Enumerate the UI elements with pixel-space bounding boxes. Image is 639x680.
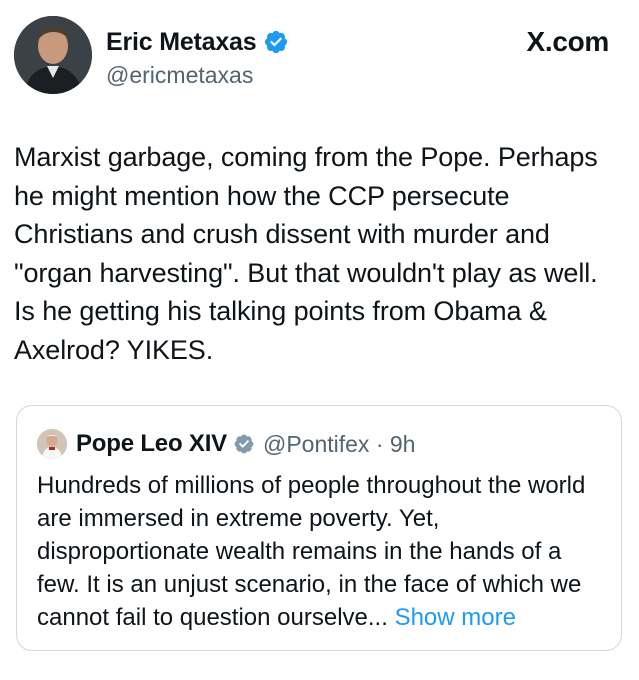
gray-verified-badge-icon	[234, 434, 254, 454]
post-header: Eric Metaxas @ericmetaxas X.com	[14, 14, 609, 98]
author-info: Eric Metaxas @ericmetaxas	[106, 26, 289, 89]
x-logo: X.com	[526, 26, 609, 57]
author-display-name[interactable]: Eric Metaxas	[106, 28, 257, 57]
author-avatar-image	[14, 16, 92, 94]
quoted-author-meta: @Pontifex · 9h	[263, 431, 416, 458]
quoted-author-avatar[interactable]	[37, 429, 67, 459]
quoted-author-avatar-image	[37, 429, 67, 459]
quoted-post-text: Hundreds of millions of people throughou…	[37, 469, 607, 634]
quoted-post-time[interactable]: 9h	[390, 431, 416, 457]
author-handle[interactable]: @ericmetaxas	[106, 62, 289, 89]
post-text: Marxist garbage, coming from the Pope. P…	[14, 142, 598, 365]
quoted-author-handle[interactable]: @Pontifex	[263, 431, 369, 457]
quoted-post[interactable]: Pope Leo XIV @Pontifex · 9h Hundreds of …	[16, 405, 622, 651]
show-more-link[interactable]: Show more	[395, 604, 516, 631]
verified-badge-icon	[265, 30, 288, 54]
meta-separator: ·	[375, 430, 384, 457]
quoted-author-display-name[interactable]: Pope Leo XIV	[76, 430, 227, 458]
author-avatar[interactable]	[14, 16, 92, 94]
quoted-post-header: Pope Leo XIV @Pontifex · 9h	[37, 428, 415, 460]
